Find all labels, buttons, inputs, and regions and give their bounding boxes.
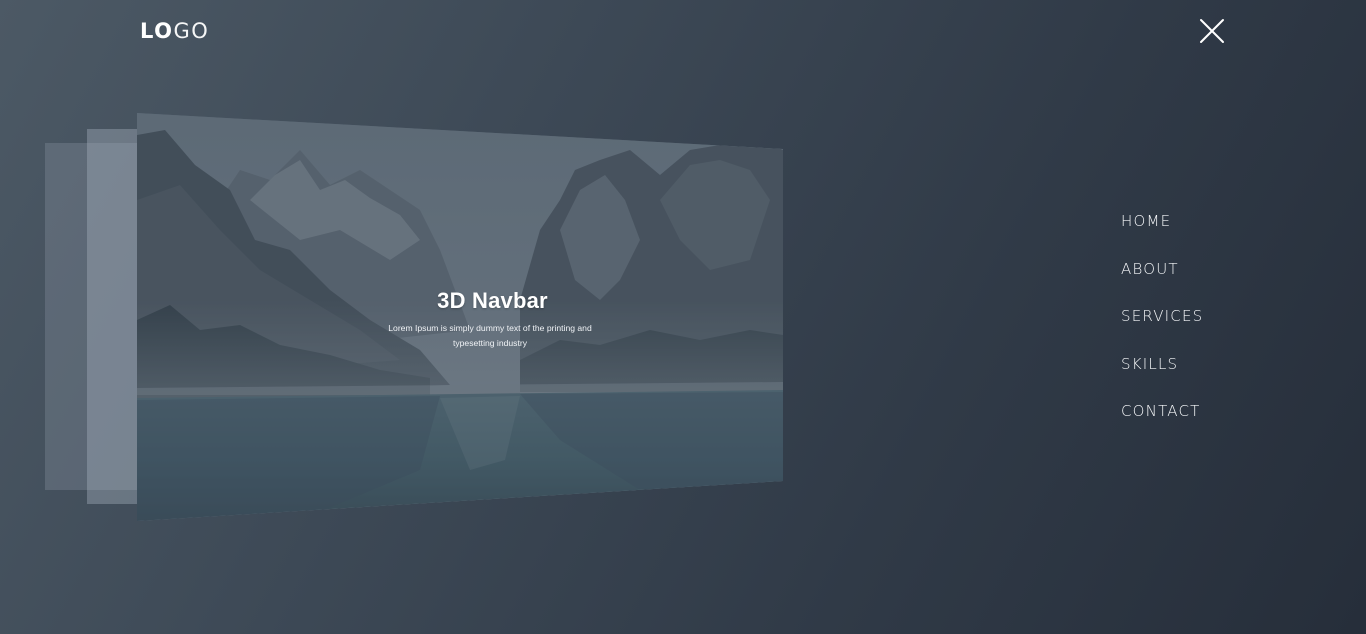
nav-item-contact[interactable]: CONTACT: [1121, 401, 1321, 449]
close-icon: [1200, 19, 1224, 43]
hero-image[interactable]: [0, 0, 820, 634]
close-button[interactable]: [1198, 17, 1226, 45]
nav-item-about[interactable]: ABOUT: [1121, 259, 1321, 307]
hero-title: 3D Navbar: [437, 288, 548, 313]
page-stage: 3D Navbar Lorem Ipsum is simply dummy te…: [0, 0, 820, 634]
nav-menu: HOME ABOUT SERVICES SKILLS CONTACT: [1121, 211, 1321, 449]
hero-description: Lorem Ipsum is simply dummy text of the …: [388, 323, 592, 348]
nav-item-skills[interactable]: SKILLS: [1121, 354, 1321, 402]
nav-item-services[interactable]: SERVICES: [1121, 306, 1321, 354]
nav-item-home[interactable]: HOME: [1121, 211, 1321, 259]
